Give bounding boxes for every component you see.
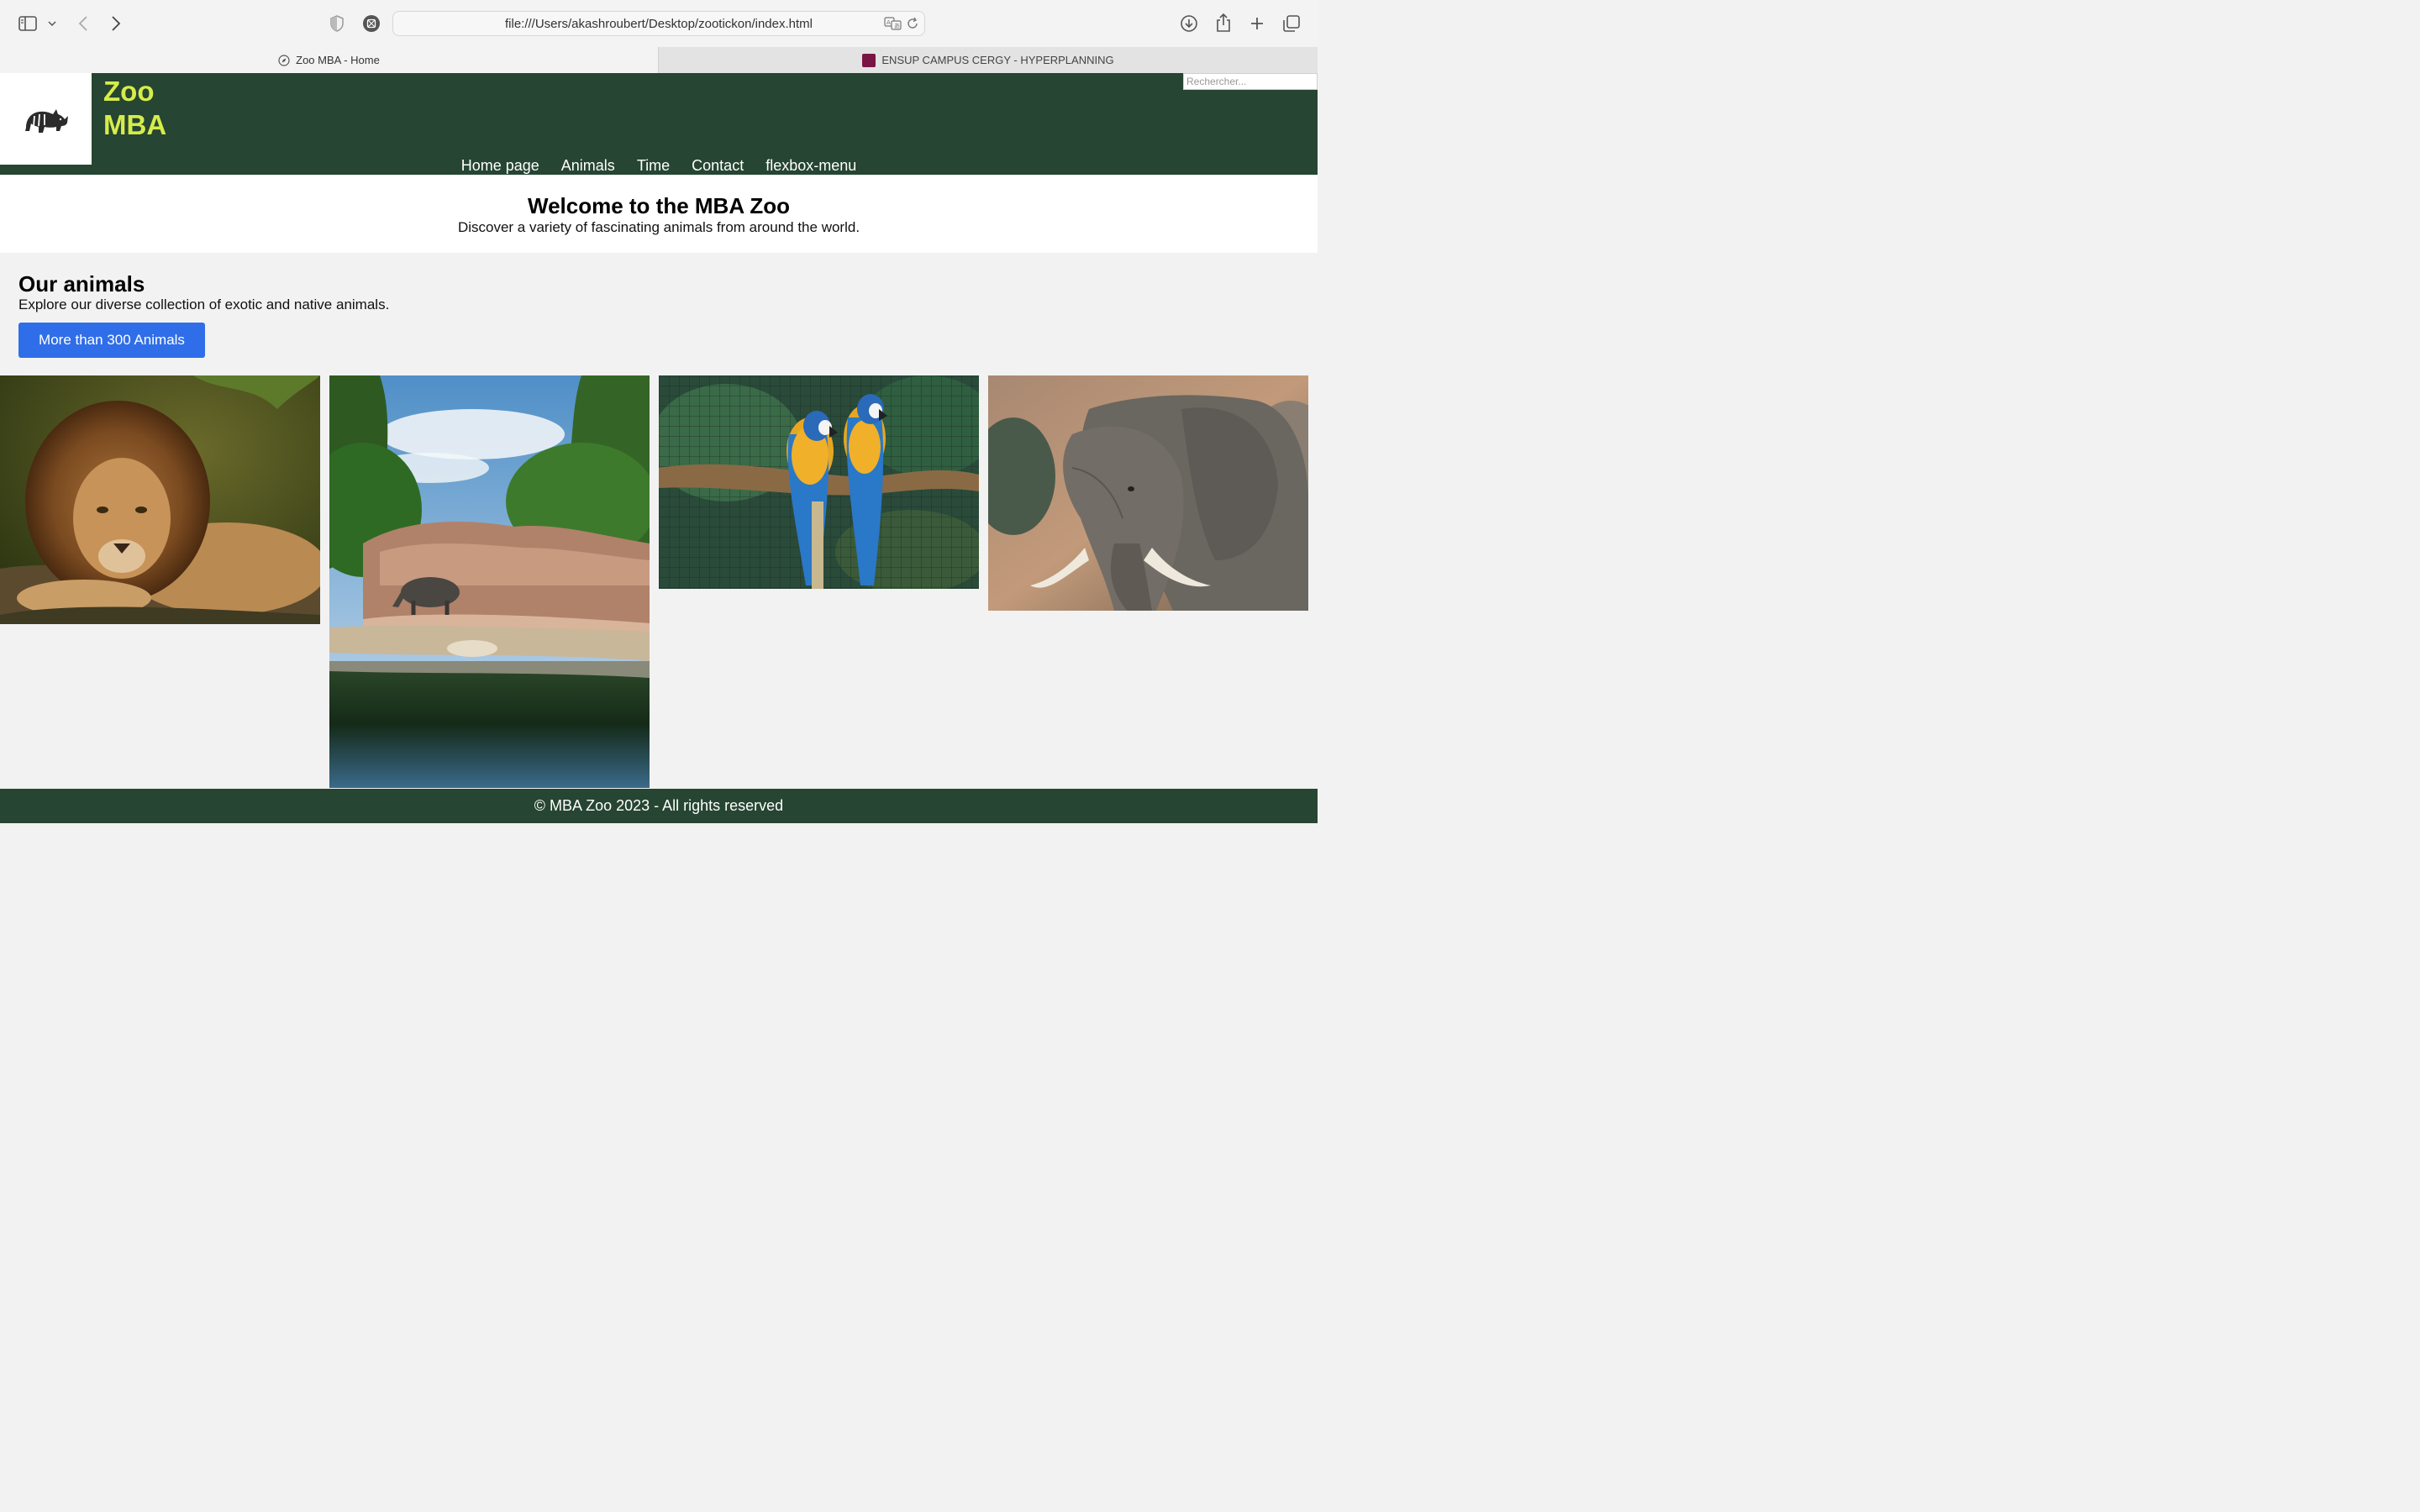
rhino-enclosure-image[interactable] — [329, 375, 650, 788]
nav-time[interactable]: Time — [637, 156, 670, 175]
translate-icon[interactable]: Aあ — [884, 16, 902, 34]
address-bar[interactable]: file:///Users/akashroubert/Desktop/zooti… — [392, 11, 925, 36]
nav-animals[interactable]: Animals — [561, 156, 615, 175]
svg-text:あ: あ — [894, 23, 900, 29]
main-nav: Home page Animals Time Contact flexbox-m… — [0, 156, 1318, 175]
search-input[interactable] — [1183, 73, 1318, 90]
animals-description: Explore our diverse collection of exotic… — [18, 297, 390, 312]
footer-copyright: © MBA Zoo 2023 - All rights reserved — [534, 797, 784, 814]
tab-zoo-home[interactable]: Zoo MBA - Home — [0, 47, 658, 73]
elephant-image[interactable] — [988, 375, 1308, 611]
tab-bar: Zoo MBA - Home ENSUP CAMPUS CERGY - HYPE… — [0, 47, 1318, 73]
lion-image[interactable] — [0, 375, 320, 624]
brand-line-zoo: Zoo — [103, 76, 155, 107]
nav-flexbox-menu[interactable]: flexbox-menu — [765, 156, 856, 175]
url-text: file:///Users/akashroubert/Desktop/zooti… — [505, 17, 813, 31]
brand-line-mba: MBA — [103, 109, 167, 140]
favicon-icon — [862, 53, 876, 67]
download-icon[interactable] — [1179, 13, 1199, 34]
hero-section: Welcome to the MBA Zoo Discover a variet… — [0, 175, 1318, 253]
sidebar-toggle-icon[interactable] — [17, 13, 39, 34]
tab-title: Zoo MBA - Home — [296, 54, 380, 66]
site-brand[interactable]: Zoo MBA — [103, 75, 166, 142]
nav-home[interactable]: Home page — [461, 156, 539, 175]
back-arrow-icon[interactable] — [74, 13, 92, 34]
nav-contact[interactable]: Contact — [692, 156, 744, 175]
svg-text:A: A — [886, 19, 891, 26]
rhino-logo-icon — [24, 108, 68, 133]
animals-title: Our animals — [18, 271, 145, 297]
site-header: Zoo MBA Home page Animals Time Contact f… — [0, 73, 1318, 175]
hero-title: Welcome to the MBA Zoo — [528, 193, 790, 218]
browser-toolbar: file:///Users/akashroubert/Desktop/zooti… — [0, 0, 1318, 47]
logo[interactable] — [0, 73, 92, 165]
privacy-shield-icon[interactable] — [328, 13, 346, 34]
tab-title: ENSUP CAMPUS CERGY - HYPERPLANNING — [881, 54, 1114, 66]
share-icon[interactable] — [1213, 12, 1234, 34]
forward-arrow-icon[interactable] — [107, 13, 125, 34]
chevron-down-icon[interactable] — [46, 17, 58, 30]
web-page: Zoo MBA Home page Animals Time Contact f… — [0, 73, 1318, 823]
tab-hyperplanning[interactable]: ENSUP CAMPUS CERGY - HYPERPLANNING — [658, 47, 1318, 73]
macaws-image[interactable] — [659, 375, 979, 589]
animals-count-button[interactable]: More than 300 Animals — [18, 323, 205, 358]
reload-icon[interactable] — [906, 17, 919, 34]
tab-overview-icon[interactable] — [1281, 13, 1302, 34]
hero-subtitle: Discover a variety of fascinating animal… — [457, 219, 860, 235]
site-footer: © MBA Zoo 2023 - All rights reserved — [0, 789, 1318, 823]
extension-icon[interactable] — [361, 13, 381, 34]
animals-section-header: Our animals Explore our diverse collecti… — [18, 271, 389, 313]
compass-icon — [278, 54, 290, 66]
new-tab-plus-icon[interactable] — [1248, 13, 1266, 34]
